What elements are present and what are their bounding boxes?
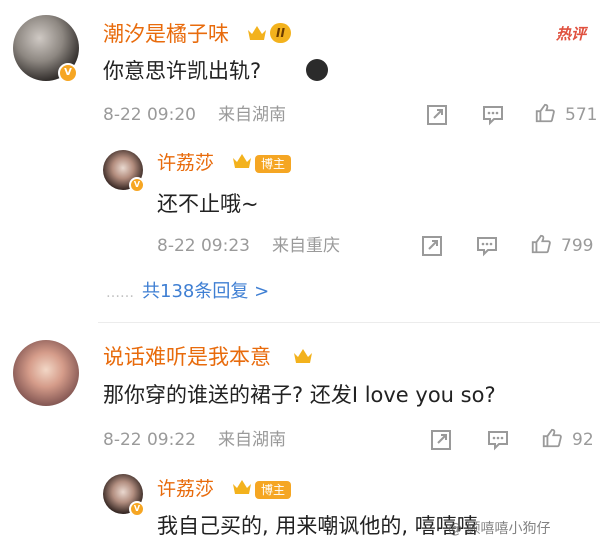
crown-icon <box>248 26 266 40</box>
share-icon[interactable] <box>430 429 452 451</box>
comment-date: 8-22 09:22 <box>103 430 196 450</box>
blogger-badge: 博主 <box>255 481 292 499</box>
avatar[interactable] <box>13 340 79 406</box>
reply-username[interactable]: 许荔莎 <box>157 476 214 502</box>
comment-location: 来自湖南 <box>218 105 286 125</box>
comment-icon[interactable] <box>482 104 504 126</box>
comment-icon[interactable] <box>476 235 498 257</box>
crown-icon <box>294 349 312 363</box>
like-icon[interactable] <box>541 427 563 449</box>
like-count: 571 <box>565 105 598 125</box>
reply-location: 来自重庆 <box>272 236 340 256</box>
hot-comment-label: 热评 <box>556 25 587 43</box>
crown-icon <box>233 154 251 168</box>
watermark: @ 顾嘻嘻小狗仔 <box>448 521 551 537</box>
comment-icon[interactable] <box>487 429 509 451</box>
like-icon[interactable] <box>530 233 552 255</box>
comment-location: 来自湖南 <box>218 430 286 450</box>
view-more-replies-link[interactable]: …… 共138条回复 > <box>106 281 269 304</box>
more-replies-label: 共138条回复 > <box>142 281 270 302</box>
reply-text: 还不止哦~ <box>157 192 259 216</box>
share-icon[interactable] <box>426 104 448 126</box>
comment-text: 你意思许凯出轨? <box>103 59 262 83</box>
verified-badge-icon: V <box>129 177 145 193</box>
reply-date: 8-22 09:23 <box>157 236 250 256</box>
verified-badge-icon: V <box>58 63 78 83</box>
blogger-badge: 博主 <box>255 155 292 173</box>
like-icon[interactable] <box>534 102 556 124</box>
crown-icon <box>233 480 251 494</box>
like-count: 92 <box>572 430 594 450</box>
verified-badge-icon: V <box>129 501 145 517</box>
reply-text: 我自己买的, 用来嘲讽他的, 嘻嘻嘻 <box>157 514 478 538</box>
cry-emoji-icon <box>306 59 328 81</box>
divider <box>98 322 600 323</box>
like-count: 799 <box>561 236 594 256</box>
reply-username[interactable]: 许荔莎 <box>157 150 214 176</box>
dots-icon: …… <box>106 285 134 301</box>
comment-date: 8-22 09:20 <box>103 105 196 125</box>
comment-username[interactable]: 潮汐是橘子味 <box>103 21 229 47</box>
level-badge: II <box>270 23 291 43</box>
comment-username[interactable]: 说话难听是我本意 <box>103 344 271 370</box>
share-icon[interactable] <box>421 235 443 257</box>
comment-text: 那你穿的谁送的裙子? 还发I love you so? <box>103 383 496 407</box>
